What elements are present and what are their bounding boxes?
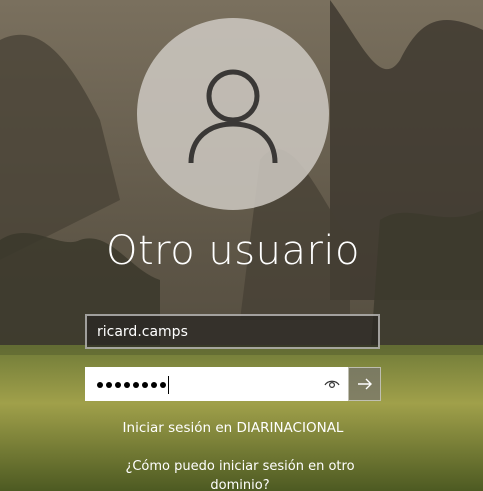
other-domain-help-link[interactable]: ¿Cómo puedo iniciar sesión en otro domin… (100, 457, 380, 491)
text-caret (168, 376, 169, 394)
password-dot (124, 382, 130, 388)
user-avatar (137, 18, 329, 210)
password-dot (97, 382, 103, 388)
password-mask (97, 376, 169, 394)
domain-label: Iniciar sesión en DIARINACIONAL (122, 420, 344, 436)
eye-icon[interactable] (324, 377, 340, 391)
password-dot (133, 382, 139, 388)
password-input[interactable] (85, 367, 348, 401)
password-dot (106, 382, 112, 388)
submit-button[interactable] (348, 367, 381, 401)
password-dot (151, 382, 157, 388)
user-silhouette-icon (188, 69, 278, 164)
account-name: Otro usuario (105, 228, 360, 274)
username-input[interactable] (85, 314, 380, 349)
arrow-right-icon (357, 378, 372, 390)
password-row (85, 367, 381, 401)
password-dot (142, 382, 148, 388)
password-dot (160, 382, 166, 388)
password-dot (115, 382, 121, 388)
